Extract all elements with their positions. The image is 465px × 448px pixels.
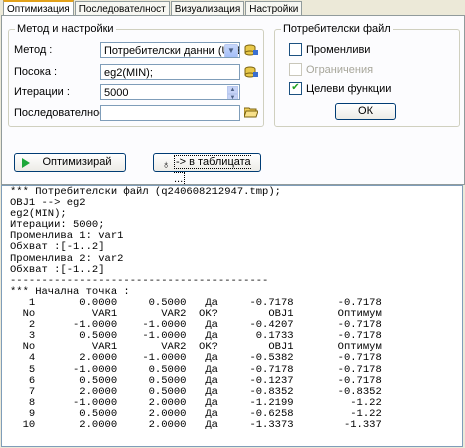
database-icon[interactable] bbox=[244, 44, 258, 56]
method-select-value: Потребителски данни (USERFI bbox=[104, 45, 239, 57]
direction-field[interactable]: eg2(MIN); bbox=[100, 64, 240, 80]
variables-label: Променливи bbox=[306, 43, 371, 56]
spin-up-icon[interactable]: ▲ bbox=[227, 86, 238, 94]
optimize-button[interactable]: Оптимизирай bbox=[14, 153, 126, 172]
output-line: Променлива 2: var2 bbox=[10, 252, 124, 265]
chevron-down-icon[interactable]: ▼ bbox=[224, 44, 238, 57]
optimize-label: Оптимизирай bbox=[42, 156, 112, 168]
spin-buttons[interactable]: ▲ ▼ bbox=[227, 86, 238, 99]
user-file-title: Потребителски файл bbox=[281, 23, 393, 35]
flask-icon: ♁ bbox=[162, 159, 171, 171]
database-icon[interactable] bbox=[244, 66, 258, 78]
spin-down-icon[interactable]: ▼ bbox=[227, 94, 238, 99]
iterations-value: 5000 bbox=[104, 87, 129, 99]
open-folder-icon[interactable] bbox=[243, 106, 259, 118]
sequence-field[interactable] bbox=[100, 105, 240, 121]
iterations-stepper[interactable]: 5000 ▲ ▼ bbox=[100, 84, 240, 100]
output-line: 4 2.0000 -1.0000 Да -0.5382 -0.7178 bbox=[10, 352, 382, 365]
iterations-label: Итерации : bbox=[14, 86, 70, 98]
output-line: 10 2.0000 2.0000 Да -1.3373 -1.337 bbox=[10, 418, 382, 431]
variables-checkbox[interactable]: Променливи bbox=[289, 43, 370, 56]
ok-button[interactable]: ОК bbox=[335, 103, 396, 120]
method-settings-title: Метод и настройки bbox=[15, 23, 116, 35]
constraints-label: Ограничения bbox=[306, 63, 374, 76]
output-log[interactable]: *** Потребителски файл (q240608212947.tm… bbox=[1, 185, 463, 447]
play-icon bbox=[22, 158, 30, 168]
method-select[interactable]: Потребителски данни (USERFI ▼ bbox=[100, 42, 240, 58]
tab-bar: Оптимизация Последователност Визуализаци… bbox=[3, 0, 303, 17]
output-line: Обхват :[-1..2] bbox=[10, 241, 105, 254]
objectives-label: Целеви функции bbox=[306, 82, 392, 95]
optimization-panel: Метод и настройки Метод : Потребителски … bbox=[1, 15, 465, 186]
output-line: 5 -1.0000 0.5000 Да -0.7178 -0.7178 bbox=[10, 363, 382, 376]
to-table-button[interactable]: ♁ -> в таблицата ... bbox=[153, 153, 261, 186]
output-line: OBJ1 --> eg2 bbox=[10, 197, 86, 210]
constraints-check bbox=[289, 63, 302, 76]
user-file-group: Потребителски файл Променливи Ограничени… bbox=[274, 23, 460, 127]
method-settings-group: Метод и настройки Метод : Потребителски … bbox=[8, 23, 264, 127]
variables-check[interactable] bbox=[289, 43, 302, 56]
method-label: Метод : bbox=[14, 44, 53, 56]
direction-label: Посока : bbox=[14, 66, 58, 78]
objectives-checkbox[interactable]: ✔ Целеви функции bbox=[289, 82, 391, 95]
checkmark-icon[interactable]: ✔ bbox=[289, 82, 302, 95]
constraints-checkbox: Ограничения bbox=[289, 63, 373, 76]
to-table-label: -> в таблицата ... bbox=[174, 155, 251, 186]
